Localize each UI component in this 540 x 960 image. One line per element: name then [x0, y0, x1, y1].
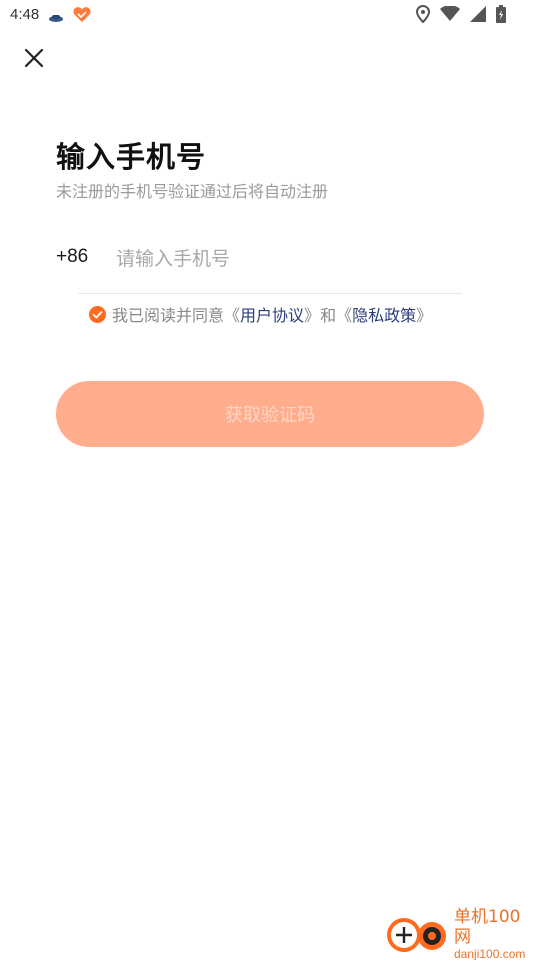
close-icon [24, 48, 44, 72]
agreement-row: 我已阅读并同意 《 用户协议 》 和 《 隐私政策 》 [89, 302, 432, 326]
agreement-checkbox[interactable] [89, 305, 106, 323]
phone-divider [78, 293, 462, 294]
status-right-icons [415, 4, 506, 27]
agreement-bracket-close-1: 》 [304, 306, 321, 325]
close-button[interactable] [18, 44, 50, 76]
agreement-bracket-close-2: 》 [416, 306, 433, 325]
location-icon [415, 4, 431, 27]
watermark: 单机100网 danji100.com [386, 907, 536, 960]
watermark-logo-icon [386, 912, 450, 956]
user-agreement-link[interactable]: 用户协议 [240, 302, 304, 326]
page-title: 输入手机号 [56, 140, 207, 174]
heart-app-icon [72, 7, 92, 27]
status-bar: 4:48 [0, 0, 540, 32]
agreement-bracket-open-2: 《 [336, 306, 353, 325]
watermark-domain: danji100.com [454, 947, 526, 960]
phone-input[interactable] [116, 240, 456, 278]
signal-icon [470, 6, 486, 26]
phone-row: +86 [56, 236, 462, 294]
watermark-text: 单机100网 danji100.com [454, 907, 536, 960]
wifi-icon [440, 5, 460, 26]
status-left-icons [48, 7, 92, 27]
page-subtitle: 未注册的手机号验证通过后将自动注册 [56, 182, 329, 201]
country-code-selector[interactable]: +86 [56, 246, 88, 268]
watermark-name: 单机100网 [454, 907, 521, 947]
privacy-policy-link[interactable]: 隐私政策 [352, 302, 416, 326]
battery-icon [496, 5, 506, 27]
status-time: 4:48 [10, 6, 40, 23]
app-notification-icon [48, 8, 64, 27]
agreement-and: 和 [320, 306, 337, 325]
check-circle-icon [89, 305, 106, 323]
agreement-prefix: 我已阅读并同意 [112, 306, 225, 325]
get-code-button[interactable]: 获取验证码 [56, 381, 484, 447]
agreement-bracket-open-1: 《 [224, 306, 241, 325]
